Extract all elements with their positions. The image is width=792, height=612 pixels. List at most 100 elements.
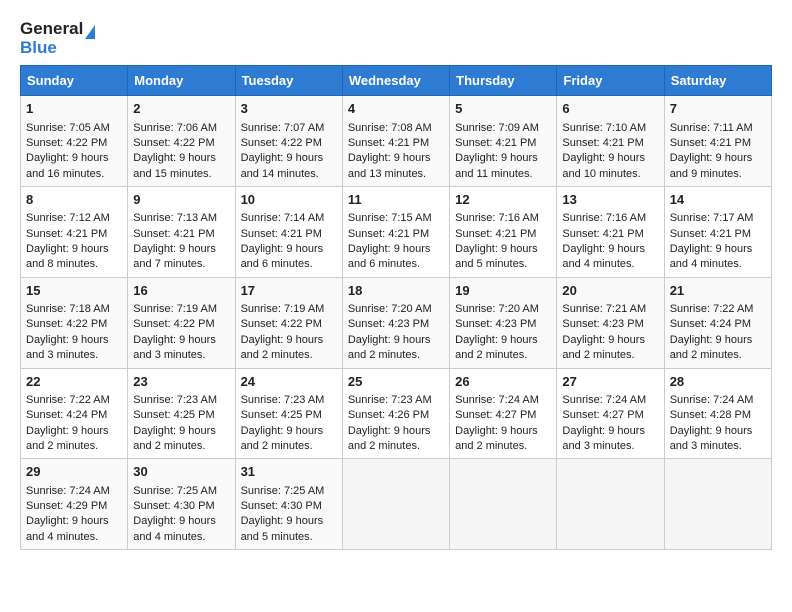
- day-header-tuesday: Tuesday: [235, 66, 342, 96]
- day-info: Sunrise: 7:25 AM Sunset: 4:30 PM Dayligh…: [241, 485, 325, 543]
- day-number: 17: [241, 282, 337, 300]
- day-info: Sunrise: 7:17 AM Sunset: 4:21 PM Dayligh…: [670, 212, 754, 270]
- day-number: 28: [670, 373, 766, 391]
- calendar-cell: 21 Sunrise: 7:22 AM Sunset: 4:24 PM Dayli…: [664, 277, 771, 368]
- calendar-cell: 22 Sunrise: 7:22 AM Sunset: 4:24 PM Dayli…: [21, 368, 128, 459]
- day-number: 30: [133, 463, 229, 481]
- calendar-cell: 20 Sunrise: 7:21 AM Sunset: 4:23 PM Dayli…: [557, 277, 664, 368]
- day-number: 8: [26, 191, 122, 209]
- calendar-cell: 7 Sunrise: 7:11 AM Sunset: 4:21 PM Daylig…: [664, 96, 771, 187]
- day-info: Sunrise: 7:05 AM Sunset: 4:22 PM Dayligh…: [26, 122, 110, 180]
- calendar-cell: 3Sunrise: 7:07 AM Sunset: 4:22 PM Daylig…: [235, 96, 342, 187]
- day-number: 19: [455, 282, 551, 300]
- day-number: 10: [241, 191, 337, 209]
- calendar-cell: 13Sunrise: 7:16 AM Sunset: 4:21 PM Dayli…: [557, 187, 664, 278]
- day-number: 13: [562, 191, 658, 209]
- day-number: 15: [26, 282, 122, 300]
- day-number: 22: [26, 373, 122, 391]
- logo: General Blue: [20, 20, 95, 57]
- day-info: Sunrise: 7:19 AM Sunset: 4:22 PM Dayligh…: [241, 303, 325, 361]
- calendar-cell: 29Sunrise: 7:24 AM Sunset: 4:29 PM Dayli…: [21, 459, 128, 550]
- day-info: Sunrise: 7:06 AM Sunset: 4:22 PM Dayligh…: [133, 122, 217, 180]
- day-header-thursday: Thursday: [450, 66, 557, 96]
- calendar-cell: 14 Sunrise: 7:17 AM Sunset: 4:21 PM Dayli…: [664, 187, 771, 278]
- day-number: 24: [241, 373, 337, 391]
- day-number: 12: [455, 191, 551, 209]
- day-number: 18: [348, 282, 444, 300]
- calendar-cell: 12 Sunrise: 7:16 AM Sunset: 4:21 PM Dayli…: [450, 187, 557, 278]
- day-number: 7: [670, 100, 766, 118]
- day-info: Sunrise: 7:23 AM Sunset: 4:26 PM Dayligh…: [348, 394, 432, 452]
- day-number: 4: [348, 100, 444, 118]
- day-info: Sunrise: 7:23 AM Sunset: 4:25 PM Dayligh…: [241, 394, 325, 452]
- day-info: Sunrise: 7:23 AM Sunset: 4:25 PM Dayligh…: [133, 394, 217, 452]
- calendar-cell: 8 Sunrise: 7:12 AM Sunset: 4:21 PM Daylig…: [21, 187, 128, 278]
- day-info: Sunrise: 7:24 AM Sunset: 4:28 PM Dayligh…: [670, 394, 754, 452]
- day-info: Sunrise: 7:15 AM Sunset: 4:21 PM Dayligh…: [348, 212, 432, 270]
- day-info: Sunrise: 7:20 AM Sunset: 4:23 PM Dayligh…: [348, 303, 432, 361]
- day-number: 26: [455, 373, 551, 391]
- day-header-friday: Friday: [557, 66, 664, 96]
- calendar-cell: [342, 459, 449, 550]
- day-info: Sunrise: 7:24 AM Sunset: 4:27 PM Dayligh…: [455, 394, 539, 452]
- day-number: 1: [26, 100, 122, 118]
- day-info: Sunrise: 7:19 AM Sunset: 4:22 PM Dayligh…: [133, 303, 217, 361]
- calendar-cell: 10 Sunrise: 7:14 AM Sunset: 4:21 PM Dayli…: [235, 187, 342, 278]
- calendar-cell: 30 Sunrise: 7:25 AM Sunset: 4:30 PM Dayli…: [128, 459, 235, 550]
- day-number: 5: [455, 100, 551, 118]
- calendar-cell: [557, 459, 664, 550]
- day-number: 16: [133, 282, 229, 300]
- day-info: Sunrise: 7:24 AM Sunset: 4:27 PM Dayligh…: [562, 394, 646, 452]
- day-info: Sunrise: 7:11 AM Sunset: 4:21 PM Dayligh…: [670, 122, 753, 180]
- calendar-cell: 31Sunrise: 7:25 AM Sunset: 4:30 PM Dayli…: [235, 459, 342, 550]
- day-info: Sunrise: 7:10 AM Sunset: 4:21 PM Dayligh…: [562, 122, 646, 180]
- day-info: Sunrise: 7:07 AM Sunset: 4:22 PM Dayligh…: [241, 122, 325, 180]
- day-info: Sunrise: 7:21 AM Sunset: 4:23 PM Dayligh…: [562, 303, 646, 361]
- calendar-cell: [450, 459, 557, 550]
- calendar-cell: 16 Sunrise: 7:19 AM Sunset: 4:22 PM Dayli…: [128, 277, 235, 368]
- calendar-cell: 26 Sunrise: 7:24 AM Sunset: 4:27 PM Dayli…: [450, 368, 557, 459]
- day-header-wednesday: Wednesday: [342, 66, 449, 96]
- day-number: 25: [348, 373, 444, 391]
- day-info: Sunrise: 7:12 AM Sunset: 4:21 PM Dayligh…: [26, 212, 110, 270]
- calendar-cell: 2 Sunrise: 7:06 AM Sunset: 4:22 PM Daylig…: [128, 96, 235, 187]
- calendar-cell: 25 Sunrise: 7:23 AM Sunset: 4:26 PM Dayli…: [342, 368, 449, 459]
- day-number: 21: [670, 282, 766, 300]
- day-header-saturday: Saturday: [664, 66, 771, 96]
- calendar-cell: 18 Sunrise: 7:20 AM Sunset: 4:23 PM Dayli…: [342, 277, 449, 368]
- calendar-cell: 9Sunrise: 7:13 AM Sunset: 4:21 PM Daylig…: [128, 187, 235, 278]
- day-info: Sunrise: 7:14 AM Sunset: 4:21 PM Dayligh…: [241, 212, 325, 270]
- calendar-cell: 28 Sunrise: 7:24 AM Sunset: 4:28 PM Dayli…: [664, 368, 771, 459]
- day-info: Sunrise: 7:22 AM Sunset: 4:24 PM Dayligh…: [26, 394, 110, 452]
- logo-wordmark: General Blue: [20, 20, 95, 57]
- calendar-cell: 4 Sunrise: 7:08 AM Sunset: 4:21 PM Daylig…: [342, 96, 449, 187]
- calendar-cell: 6Sunrise: 7:10 AM Sunset: 4:21 PM Daylig…: [557, 96, 664, 187]
- calendar-cell: 15 Sunrise: 7:18 AM Sunset: 4:22 PM Dayli…: [21, 277, 128, 368]
- calendar-cell: 24 Sunrise: 7:23 AM Sunset: 4:25 PM Dayli…: [235, 368, 342, 459]
- calendar-week-row: 15 Sunrise: 7:18 AM Sunset: 4:22 PM Dayli…: [21, 277, 772, 368]
- calendar-cell: 27Sunrise: 7:24 AM Sunset: 4:27 PM Dayli…: [557, 368, 664, 459]
- calendar-cell: 11 Sunrise: 7:15 AM Sunset: 4:21 PM Dayli…: [342, 187, 449, 278]
- day-number: 20: [562, 282, 658, 300]
- day-number: 23: [133, 373, 229, 391]
- day-info: Sunrise: 7:08 AM Sunset: 4:21 PM Dayligh…: [348, 122, 432, 180]
- calendar-table: SundayMondayTuesdayWednesdayThursdayFrid…: [20, 65, 772, 550]
- calendar-header-row: SundayMondayTuesdayWednesdayThursdayFrid…: [21, 66, 772, 96]
- logo-general: General: [20, 20, 95, 39]
- calendar-week-row: 1 Sunrise: 7:05 AM Sunset: 4:22 PM Daylig…: [21, 96, 772, 187]
- day-header-monday: Monday: [128, 66, 235, 96]
- calendar-cell: 1 Sunrise: 7:05 AM Sunset: 4:22 PM Daylig…: [21, 96, 128, 187]
- day-info: Sunrise: 7:16 AM Sunset: 4:21 PM Dayligh…: [455, 212, 539, 270]
- logo-blue: Blue: [20, 39, 95, 58]
- calendar-cell: [664, 459, 771, 550]
- day-number: 2: [133, 100, 229, 118]
- calendar-cell: 19Sunrise: 7:20 AM Sunset: 4:23 PM Dayli…: [450, 277, 557, 368]
- day-info: Sunrise: 7:18 AM Sunset: 4:22 PM Dayligh…: [26, 303, 110, 361]
- day-number: 14: [670, 191, 766, 209]
- day-info: Sunrise: 7:22 AM Sunset: 4:24 PM Dayligh…: [670, 303, 754, 361]
- header: General Blue: [20, 16, 772, 57]
- day-number: 29: [26, 463, 122, 481]
- day-number: 11: [348, 191, 444, 209]
- day-info: Sunrise: 7:09 AM Sunset: 4:21 PM Dayligh…: [455, 122, 539, 180]
- day-info: Sunrise: 7:25 AM Sunset: 4:30 PM Dayligh…: [133, 485, 217, 543]
